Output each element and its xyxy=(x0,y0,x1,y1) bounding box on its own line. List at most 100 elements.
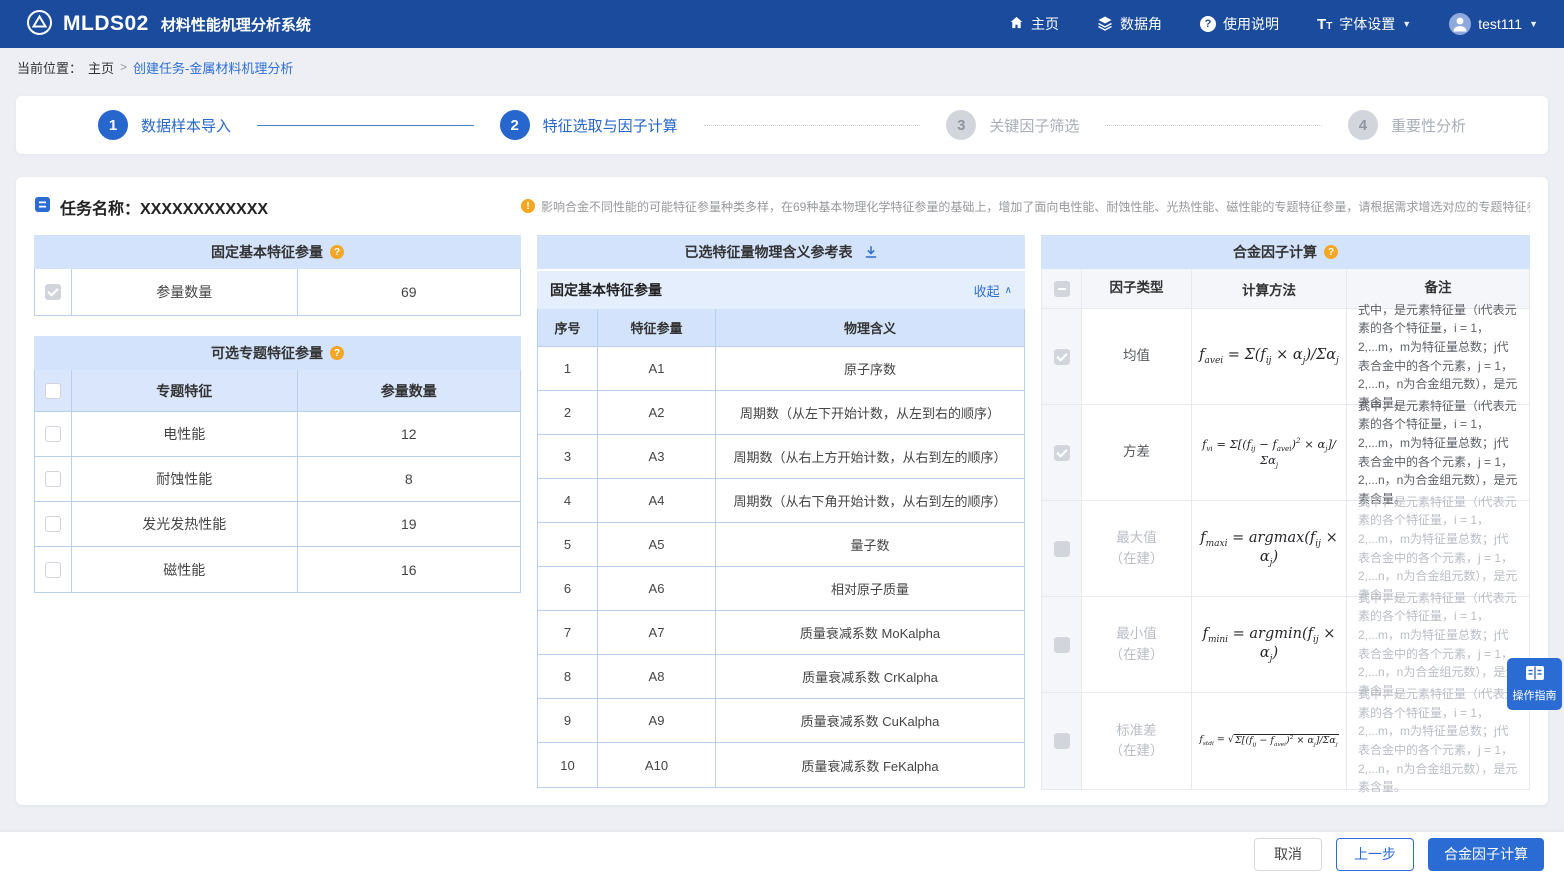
notice-message: ! 影响合金不同性能的可能特征参量种类多样，在69种基本物理化学特征参量的基础上… xyxy=(521,195,1530,215)
nav-help[interactable]: ? 使用说明 xyxy=(1200,14,1279,34)
row-checkbox[interactable] xyxy=(45,471,61,487)
reference-table-title-text: 已选特征量物理含义参考表 xyxy=(685,242,853,262)
row-meaning: 质量衰减系数 MoKalpha xyxy=(716,611,1024,654)
username: test111 xyxy=(1478,16,1522,32)
factor-formula: favei = Σ(fij × αj)/Σαj xyxy=(1199,347,1339,366)
breadcrumb: 当前位置： 主页 > 创建任务-金属材料机理分析 xyxy=(0,48,1564,86)
section-name: 固定基本特征参量 xyxy=(550,280,662,300)
layers-icon xyxy=(1097,15,1113,34)
row-meaning: 周期数（从右上方开始计数，从右到左的顺序） xyxy=(716,435,1024,478)
step-3-key-factor-filter: 3 关键因子筛选 xyxy=(946,110,1079,140)
step-connector xyxy=(257,125,474,126)
feature-name: 电性能 xyxy=(72,412,298,456)
row-no: 8 xyxy=(538,655,598,698)
factor-checkbox-disabled xyxy=(1054,541,1070,557)
optional-params-title-text: 可选专题特征参量 xyxy=(211,343,323,363)
step-4-number: 4 xyxy=(1348,110,1378,140)
nav-help-label: 使用说明 xyxy=(1223,14,1279,34)
row-meaning: 周期数（从右下角开始计数，从右到左的顺序） xyxy=(716,479,1024,522)
select-all-checkbox[interactable] xyxy=(45,383,61,399)
help-icon[interactable]: ? xyxy=(330,245,344,259)
table-row: 8 A8 质量衰减系数 CrKalpha xyxy=(538,655,1024,699)
cancel-button[interactable]: 取消 xyxy=(1254,838,1322,871)
factor-type-status: （在建） xyxy=(1110,549,1164,569)
row-checkbox[interactable] xyxy=(45,516,61,532)
table-row: 9 A9 质量衰减系数 CuKalpha xyxy=(538,699,1024,743)
nav-font-setting[interactable]: TT 字体设置 ▼ xyxy=(1317,14,1411,34)
nav-user-menu[interactable]: test111 ▼ xyxy=(1449,13,1538,35)
home-icon xyxy=(1009,15,1024,33)
app-name: 材料性能机理分析系统 xyxy=(161,14,311,35)
operation-guide-button[interactable]: 操作指南 xyxy=(1507,658,1562,710)
param-count-value: 69 xyxy=(298,269,521,315)
top-navbar: MLDS02 材料性能机理分析系统 主页 数据角 ? 使用说明 TT 字体设置 … xyxy=(0,0,1564,48)
row-param: A3 xyxy=(598,435,716,478)
factor-type: 标准差 xyxy=(1116,721,1157,741)
main-panel: 任务名称：XXXXXXXXXXXX ! 影响合金不同性能的可能特征参量种类多样，… xyxy=(16,177,1548,805)
notice-text: 影响合金不同性能的可能特征参量种类多样，在69种基本物理化学特征参量的基础上，增… xyxy=(541,198,1530,215)
factor-type-status: （在建） xyxy=(1110,645,1164,665)
table-row: 3 A3 周期数（从右上方开始计数，从右到左的顺序） xyxy=(538,435,1024,479)
row-checkbox[interactable] xyxy=(45,562,61,578)
logo-text: MLDS02 xyxy=(63,12,149,36)
factor-formula: fmini = argmin(fij × αj) xyxy=(1195,626,1343,664)
factor-type: 最小值 xyxy=(1116,624,1157,644)
row-meaning: 相对原子质量 xyxy=(716,567,1024,610)
breadcrumb-separator: > xyxy=(120,60,127,74)
step-1-number: 1 xyxy=(98,110,128,140)
help-icon[interactable]: ? xyxy=(1324,245,1338,259)
row-param: A10 xyxy=(598,743,716,787)
row-param: A9 xyxy=(598,699,716,742)
row-no: 1 xyxy=(538,347,598,390)
table-row: 5 A5 量子数 xyxy=(538,523,1024,567)
step-1-label: 数据样本导入 xyxy=(141,115,231,136)
nav-data-corner[interactable]: 数据角 xyxy=(1097,14,1162,34)
help-icon[interactable]: ? xyxy=(330,346,344,360)
table-header-row: 专题特征 参量数量 xyxy=(35,370,520,412)
previous-step-button[interactable]: 上一步 xyxy=(1336,838,1414,871)
feature-count: 12 xyxy=(298,412,521,456)
factor-table: 因子类型 计算方法 备注 均值 favei = Σ(fij × αj)/Σαj … xyxy=(1041,269,1530,790)
table-row: 磁性能 16 xyxy=(35,547,520,592)
collapse-link[interactable]: 收起 ∧ xyxy=(974,281,1012,300)
step-connector xyxy=(704,125,921,126)
column-header-feature: 专题特征 xyxy=(72,370,298,411)
factor-type-status: （在建） xyxy=(1110,741,1164,761)
reference-table: 序号 特征参量 物理含义 1 A1 原子序数 2 A2 周期数（从左下开始计数，… xyxy=(537,309,1025,788)
factor-table-title-text: 合金因子计算 xyxy=(1233,242,1317,262)
row-param: A8 xyxy=(598,655,716,698)
row-param: A1 xyxy=(598,347,716,390)
task-title-text: 任务名称：XXXXXXXXXXXX xyxy=(60,195,268,219)
warning-icon: ! xyxy=(521,199,535,213)
factor-calc-button[interactable]: 合金因子计算 xyxy=(1428,838,1544,871)
column-header-factor-type: 因子类型 xyxy=(1082,269,1192,308)
table-header-row: 序号 特征参量 物理含义 xyxy=(538,309,1024,347)
row-param: A4 xyxy=(598,479,716,522)
step-2-feature-selection: 2 特征选取与因子计算 xyxy=(500,110,678,140)
row-no: 5 xyxy=(538,523,598,566)
factor-note: 式中，是元素特征量（i代表元素的各个特征量，i = 1，2,...m，m为特征量… xyxy=(1347,501,1529,596)
breadcrumb-current-link[interactable]: 创建任务-金属材料机理分析 xyxy=(133,58,293,77)
breadcrumb-home-link[interactable]: 主页 xyxy=(88,58,114,77)
row-param: A2 xyxy=(598,391,716,434)
nav-home[interactable]: 主页 xyxy=(1009,14,1059,34)
document-icon xyxy=(34,196,51,218)
row-no: 9 xyxy=(538,699,598,742)
reference-section-bar: 固定基本特征参量 收起 ∧ xyxy=(537,271,1025,309)
table-row: 标准差 （在建） fstdi = √Σ[(fij − favei)2 × αj]… xyxy=(1042,693,1529,789)
collapse-label: 收起 xyxy=(974,281,1000,300)
download-icon[interactable] xyxy=(864,245,878,259)
factor-type: 方差 xyxy=(1123,442,1150,462)
row-meaning: 质量衰减系数 FeKalpha xyxy=(716,743,1024,787)
table-row: 7 A7 质量衰减系数 MoKalpha xyxy=(538,611,1024,655)
column-header-meaning: 物理含义 xyxy=(716,309,1024,346)
row-checkbox[interactable] xyxy=(45,426,61,442)
chevron-up-icon: ∧ xyxy=(1005,285,1012,296)
factor-note: 式中，是元素特征量（i代表元素的各个特征量，i = 1，2,...m，m为特征量… xyxy=(1347,405,1529,500)
row-meaning: 原子序数 xyxy=(716,347,1024,390)
row-no: 2 xyxy=(538,391,598,434)
guide-label: 操作指南 xyxy=(1513,687,1557,703)
step-4-importance-analysis: 4 重要性分析 xyxy=(1348,110,1466,140)
feature-name: 耐蚀性能 xyxy=(72,457,298,501)
factor-formula: fstdi = √Σ[(fij − favei)2 × αj]/Σαj xyxy=(1199,734,1338,747)
